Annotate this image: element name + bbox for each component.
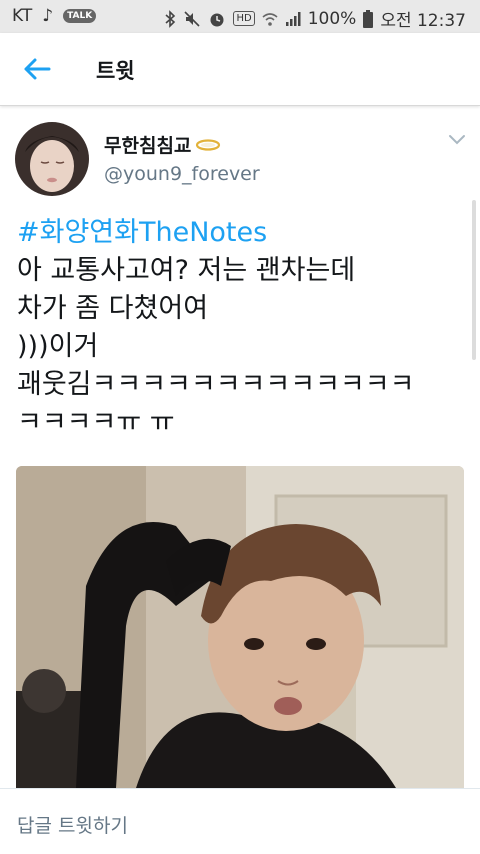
tweet-line: ㅋㅋㅋㅋㅠ ㅠ [17, 407, 175, 438]
display-name[interactable]: 무한침침교 [104, 131, 221, 158]
reply-composer[interactable]: 답글 트윗하기 [0, 788, 480, 854]
tweet-media-image[interactable] [16, 466, 464, 788]
alarm-icon [210, 13, 224, 26]
scrollbar[interactable] [472, 200, 476, 360]
display-name-text: 무한침침교 [104, 135, 192, 157]
battery-icon [363, 9, 374, 28]
status-bar: KT ♪ TALK HD 100% 오전 12:37 [0, 0, 480, 33]
wifi-icon [262, 12, 278, 26]
tweet-line: 괘웃김ㅋㅋㅋㅋㅋㅋㅋㅋㅋㅋㅋㅋㅋ [17, 369, 415, 400]
carrier-label: KT [12, 6, 33, 26]
back-arrow-icon[interactable] [22, 55, 52, 83]
signal-icon [285, 11, 301, 26]
clock: 오전 12:37 [380, 11, 466, 31]
reply-placeholder[interactable]: 답글 트윗하기 [17, 811, 128, 838]
battery-percent: 100% [307, 8, 357, 29]
tweet-text: #화양연화TheNotes 아 교통사고여? 저는 괜차는데 차가 좀 다쳤어여… [17, 214, 467, 442]
page-title: 트윗 [96, 59, 135, 83]
hashtag-link[interactable]: #화양연화TheNotes [17, 214, 467, 252]
music-note-icon: ♪ [42, 6, 54, 26]
user-handle[interactable]: @youn9_forever [104, 163, 260, 185]
halo-emoji-icon [196, 138, 221, 151]
hd-voice-icon: HD [233, 11, 255, 26]
tweet-line: )))이거 [17, 331, 99, 362]
tweet-line: 아 교통사고여? 저는 괜차는데 [17, 255, 356, 286]
mute-icon [184, 10, 201, 27]
bluetooth-icon [165, 9, 176, 28]
app-header: 트윗 [0, 33, 480, 106]
chevron-down-icon[interactable] [448, 134, 466, 146]
tweet-line: 차가 좀 다쳤어여 [17, 293, 209, 324]
talk-icon: TALK [63, 9, 97, 23]
avatar[interactable] [15, 122, 89, 196]
